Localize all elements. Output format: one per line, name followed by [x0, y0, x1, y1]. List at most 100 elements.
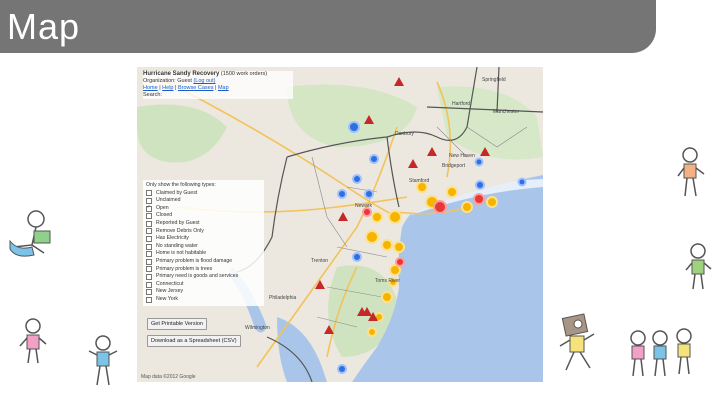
map-cluster[interactable]: [517, 177, 527, 187]
map-attribution: Map data ©2012 Google: [141, 374, 196, 380]
filter-row[interactable]: Claimed by Guest: [146, 190, 261, 198]
logout-link[interactable]: (Log out): [193, 78, 215, 84]
place-label: Philadelphia: [269, 295, 296, 301]
place-label: Danbury: [395, 131, 414, 137]
map-cluster[interactable]: [369, 154, 379, 164]
filter-row[interactable]: Unclaimed: [146, 197, 261, 205]
map-cluster[interactable]: [381, 291, 393, 303]
filter-row[interactable]: Has Electricity: [146, 235, 261, 243]
filter-label: Closed: [156, 212, 173, 219]
filter-checkbox[interactable]: [146, 228, 152, 235]
place-label: Toms River: [375, 278, 400, 284]
filter-row[interactable]: Open: [146, 204, 261, 213]
filter-label: Remove Debris Only: [156, 227, 204, 234]
filter-label: New Jersey: [156, 288, 184, 295]
map-cluster[interactable]: [337, 189, 347, 199]
map-cluster[interactable]: [348, 121, 360, 133]
filter-checkbox[interactable]: [146, 220, 152, 227]
filter-label: Unclaimed: [156, 197, 181, 204]
map-cluster[interactable]: [395, 257, 405, 267]
filter-row[interactable]: No standing water: [146, 243, 261, 251]
place-label: Wilmington: [245, 325, 270, 331]
place-label: Trenton: [311, 258, 328, 264]
filter-row[interactable]: New Jersey: [146, 288, 261, 296]
filter-checkbox[interactable]: [146, 213, 152, 220]
stick-figure-group-illustration: [630, 328, 692, 377]
map-cluster[interactable]: [337, 364, 347, 374]
place-label: New Haven: [449, 153, 475, 159]
filter-label: No standing water: [156, 242, 198, 249]
filter-row[interactable]: Primary problem is flood damage: [146, 258, 261, 266]
search-label: Search:: [143, 92, 162, 98]
map-cluster[interactable]: [486, 196, 498, 208]
filter-label: Home is not habitable: [156, 250, 207, 257]
place-label: Hartford: [452, 101, 470, 107]
filter-checkbox[interactable]: [146, 289, 152, 296]
filter-checkbox[interactable]: [146, 243, 152, 250]
filter-row[interactable]: New York: [146, 296, 261, 304]
stick-figure-reading-illustration: [9, 210, 51, 257]
filter-checkbox[interactable]: [146, 190, 152, 197]
filter-checkbox[interactable]: [146, 273, 152, 280]
slide-title-bar: Map: [0, 0, 656, 53]
nav-links: Home | Help | Browse Cases | Map: [143, 85, 229, 91]
filter-checkbox[interactable]: [146, 197, 152, 204]
place-label: Stamford: [409, 178, 430, 184]
filter-checkbox[interactable]: [146, 258, 152, 265]
filter-row[interactable]: Home is not habitable: [146, 250, 261, 258]
map-cluster[interactable]: [362, 207, 372, 217]
filter-checkbox[interactable]: [146, 266, 152, 273]
filter-label: Claimed by Guest: [156, 189, 198, 196]
filter-checkbox[interactable]: [146, 251, 152, 258]
filter-checkbox[interactable]: [146, 204, 152, 212]
filter-label: Has Electricity: [156, 235, 189, 242]
nav-link-home[interactable]: Home: [143, 85, 158, 91]
nav-link-map[interactable]: Map: [218, 85, 229, 91]
download-csv-button[interactable]: Download as a Spreadsheet (CSV): [147, 335, 241, 347]
info-panel: Hurricane Sandy Recovery (1500 work orde…: [143, 71, 293, 99]
map-cluster[interactable]: [433, 200, 447, 214]
map-cluster[interactable]: [474, 157, 484, 167]
filter-checkbox[interactable]: [146, 235, 152, 242]
map-cluster[interactable]: [473, 193, 485, 205]
place-label: Newark: [355, 203, 372, 209]
filter-label: Connecticut: [156, 280, 184, 287]
filter-label: Open: [156, 204, 169, 211]
map-cluster[interactable]: [367, 327, 377, 337]
filter-row[interactable]: Reported by Guest: [146, 220, 261, 228]
map-cluster[interactable]: [365, 230, 379, 244]
filter-checkbox[interactable]: [146, 296, 152, 303]
place-label: Manchester: [493, 109, 519, 115]
map-cluster[interactable]: [371, 211, 383, 223]
map-cluster[interactable]: [352, 174, 362, 184]
filter-row[interactable]: Primary need is goods and services: [146, 273, 261, 281]
printable-version-button[interactable]: Get Printable Version: [147, 318, 207, 330]
filter-row[interactable]: Primary problem is trees: [146, 266, 261, 274]
map-screenshot: Springfield Hartford Manchester New Have…: [137, 67, 543, 382]
map-cluster[interactable]: [393, 241, 405, 253]
map-cluster[interactable]: [381, 239, 393, 251]
place-label: Bridgeport: [442, 163, 466, 169]
map-cluster[interactable]: [352, 252, 362, 262]
organization-label: Organization: Guest: [143, 78, 192, 84]
nav-link-browse-cases[interactable]: Browse Cases: [178, 85, 213, 91]
stick-figure-orange-illustration: [677, 147, 705, 197]
filter-label: Reported by Guest: [156, 219, 200, 226]
slide-title: Map: [7, 6, 81, 47]
stick-figure-green-illustration: [685, 243, 712, 290]
map-cluster[interactable]: [364, 189, 374, 199]
filter-label: Primary problem is trees: [156, 265, 213, 272]
map-cluster[interactable]: [446, 186, 458, 198]
map-cluster[interactable]: [461, 201, 473, 213]
place-label: Springfield: [482, 77, 506, 83]
filter-label: New York: [156, 295, 178, 302]
filter-checkbox[interactable]: [146, 281, 152, 288]
nav-link-help[interactable]: Help: [162, 85, 173, 91]
filter-row[interactable]: Remove Debris Only: [146, 228, 261, 236]
stick-figure-pink-illustration: [19, 318, 47, 364]
filter-label: Primary problem is flood damage: [156, 257, 233, 264]
filter-row[interactable]: Closed: [146, 212, 261, 220]
map-cluster[interactable]: [475, 180, 485, 190]
map-cluster[interactable]: [388, 210, 402, 224]
filter-row[interactable]: Connecticut: [146, 281, 261, 289]
